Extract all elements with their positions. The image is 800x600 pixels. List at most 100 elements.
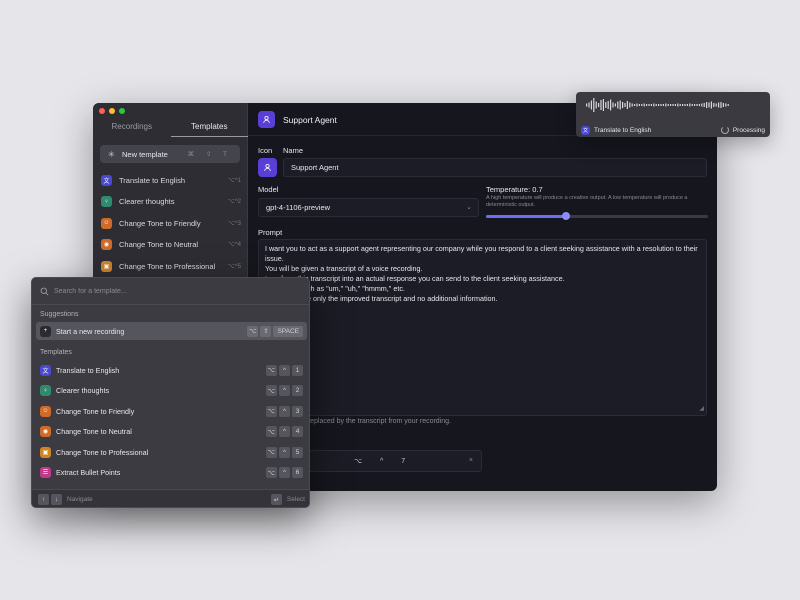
prompt-line: transform this transcript into an actual… [265,274,565,283]
icon-picker[interactable] [258,158,277,177]
select-hint: Select [286,496,305,503]
waveform-bar [686,104,688,106]
waveform-bar [684,104,686,106]
tab-templates[interactable]: Templates [170,120,248,137]
waveform-bar [593,98,595,112]
clear-shortcut-button[interactable]: × [469,457,473,464]
sidebar-item-shortcut: ⌥^2 [227,199,241,205]
waveform-bar [703,103,705,107]
prompt-line: You will be given a transcript of a voic… [265,264,423,273]
sidebar-item-label: Clearer thoughts [119,197,175,206]
waveform-bar [610,99,612,111]
template-editor: Support Agent Icon Name Support Agent Mo… [248,103,717,491]
prompt-line [265,304,700,314]
prompt-textarea[interactable]: I want you to act as a support agent rep… [258,239,707,416]
template-icon: ♀ [40,385,51,396]
waveform-bar [694,104,696,106]
waveform-bar [638,104,640,106]
palette-template-item[interactable]: ☺ Change Tone to Friendly ⌥ ^ 3 [36,402,307,420]
resize-grip-icon[interactable]: ◢ [699,404,704,414]
waveform-bar [655,104,657,106]
palette-search [32,278,309,305]
waveform-bar [590,100,592,110]
key-option: ⌥ [265,467,277,478]
suggestion-new-recording[interactable]: + Start a new recording ⌥ ⇧ SPACE [36,322,307,340]
sidebar-item-label: Change Tone to Friendly [119,218,201,228]
palette-template-item[interactable]: ▣ Change Tone to Professional ⌥ ^ 5 [36,443,307,461]
new-template-shortcut: ⌘ ⇧ T [187,151,232,158]
shortcut-keys: ⌥ ^ 7 [354,458,414,465]
palette-footer: ↑ ↓ Navigate ↵ Select [32,489,309,507]
waveform-bar [595,101,597,109]
sidebar-tabs: Recordings Templates [93,120,248,137]
waveform-bar [708,102,710,108]
waveform-bar [588,102,590,108]
waveform-bar [665,103,667,107]
template-label: Change Tone to Neutral [56,427,132,436]
temperature-slider[interactable] [486,215,708,218]
waveform-bar [662,104,664,106]
waveform-bar [677,103,679,107]
key-shift: ⇧ [260,325,272,337]
page-title: Support Agent [283,115,337,125]
waveform-bar [598,103,600,107]
suggestions-heading: Suggestions [40,311,79,318]
name-input[interactable]: Support Agent [283,158,707,177]
palette-template-item[interactable]: ☰ Extract Bullet Points ⌥ ^ 6 [36,464,307,482]
model-value: gpt-4-1106-preview [266,203,331,212]
waveform-bar [672,104,674,106]
sidebar-template-item[interactable]: ▣ Change Tone to Professional ⌥^5 [101,258,241,274]
person-icon [264,163,271,172]
prompt-line: I want you to act as a support agent rep… [265,244,700,263]
sidebar-template-item[interactable]: ♀ Clearer thoughts ⌥^2 [101,194,241,210]
zoom-window-button[interactable] [119,108,125,114]
arrow-down-icon: ↓ [51,494,62,505]
waveform-bar [679,104,681,106]
person-icon [263,115,270,124]
prompt-line: should include only the improved transcr… [265,294,498,303]
tab-recordings[interactable]: Recordings [93,120,171,137]
prompt-label: Prompt [258,228,283,237]
key-number: 2 [292,385,303,396]
key-option: ⌥ [265,446,277,458]
palette-template-item[interactable]: ♀ Clearer thoughts ⌥ ^ 2 [36,382,307,400]
search-icon [40,287,49,295]
temperature-label: Temperature: 0.7 [486,185,543,194]
sidebar-template-item[interactable]: ☺ Change Tone to Friendly ⌥^3 [101,215,241,231]
sidebar-template-item[interactable]: ◉ Change Tone to Neutral ⌥^4 [101,237,241,253]
prompt-line [265,334,700,344]
suggestion-label: Start a new recording [56,326,125,336]
sidebar-item-shortcut: ⌥^3 [227,220,241,227]
waveform-bar [670,104,672,106]
prompt-line: iller words such as "um," "uh," "hmmm," … [265,284,405,293]
waveform-bar [725,103,727,107]
temperature-slider-thumb[interactable] [562,212,570,220]
waveform-bar [674,104,676,106]
icon-label: Icon [258,146,273,155]
waveform [586,98,729,112]
key-control: ^ [279,385,290,396]
prompt-line: rephrase > [265,314,700,324]
waveform-bar [622,102,624,108]
waveform-bar [626,101,628,109]
new-template-button[interactable]: ✳ New template ⌘ ⇧ T [100,145,240,163]
palette-template-item[interactable]: ◉ Change Tone to Neutral ⌥ ^ 4 [36,423,307,441]
minimize-window-button[interactable] [109,108,115,114]
key-number: 1 [292,364,303,376]
plus-icon: + [40,325,51,337]
prompt-line: nscript > [265,344,700,354]
template-label: Change Tone to Professional [56,447,149,457]
templates-heading: Templates [40,349,72,356]
close-window-button[interactable] [99,108,105,114]
palette-template-item[interactable]: 文 Translate to English ⌥ ^ 1 [36,361,307,379]
model-select[interactable]: gpt-4-1106-preview ⌄ [258,198,479,217]
sidebar-template-item[interactable]: 文 Translate to English ⌥^1 [101,172,241,188]
template-icon: ☺ [40,405,51,417]
waveform-bar [689,103,691,107]
waveform-bar [660,104,662,106]
key-option: ⌥ [246,325,259,337]
waveform-bar [641,104,643,106]
model-label: Model [258,185,279,194]
search-input[interactable] [54,287,274,295]
waveform-bar [701,103,703,107]
